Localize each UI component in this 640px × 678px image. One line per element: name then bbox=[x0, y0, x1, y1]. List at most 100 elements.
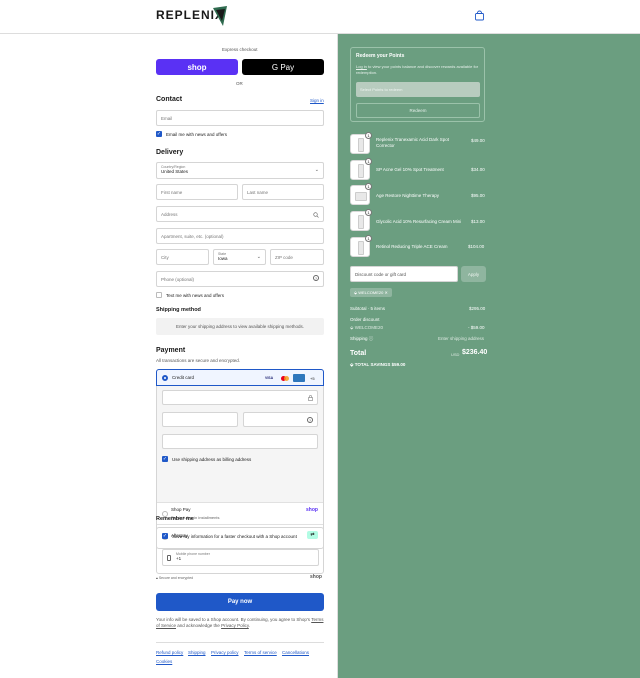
mobile-phone-input[interactable]: Mobile phone number +1 bbox=[162, 549, 319, 566]
chevron-down-icon: ⌄ bbox=[256, 254, 261, 260]
save-info-checkbox[interactable]: ✓ bbox=[162, 533, 168, 539]
google-pay-button[interactable]: G Pay bbox=[242, 59, 324, 75]
country-value: United States bbox=[161, 169, 189, 174]
shop-pay-button[interactable]: shop bbox=[156, 59, 238, 75]
item-price: $34.00 bbox=[471, 167, 485, 172]
header: REPLENIX bbox=[0, 0, 640, 34]
email-news-checkbox[interactable]: ✓ bbox=[156, 131, 162, 137]
redeem-button[interactable]: Redeem bbox=[356, 103, 480, 118]
mobile-value: +1 bbox=[176, 556, 182, 561]
chevron-down-icon: ⌄ bbox=[314, 167, 319, 173]
apply-button[interactable]: Apply bbox=[461, 266, 486, 282]
radio-selected-icon bbox=[162, 375, 168, 381]
item-price: $95.00 bbox=[471, 193, 485, 198]
refund-policy-link[interactable]: Refund policy bbox=[156, 650, 183, 655]
address-placeholder: Address bbox=[161, 211, 178, 217]
email-input[interactable]: Email bbox=[156, 110, 324, 126]
remove-tag-icon[interactable]: ✕ bbox=[384, 290, 387, 295]
shipping-link[interactable]: Shipping bbox=[188, 650, 206, 655]
name-on-card-input[interactable] bbox=[162, 434, 318, 449]
terms-of-service-link[interactable]: Terms of service bbox=[244, 650, 277, 655]
expiry-input[interactable] bbox=[162, 412, 238, 427]
remember-me-box: ✓ Save my information for a faster check… bbox=[156, 527, 324, 574]
shipping-method-message: Enter your shipping address to view avai… bbox=[156, 318, 324, 335]
item-name: Replenix Tranexamic Acid Dark Spot Corre… bbox=[376, 137, 450, 148]
mobile-icon bbox=[167, 555, 171, 561]
shop-logo: shop bbox=[310, 574, 322, 580]
subtotal-value: $295.00 bbox=[469, 306, 486, 311]
shipping-value: Enter shipping address bbox=[438, 336, 485, 341]
item-thumbnail: 1 bbox=[350, 132, 372, 154]
help-icon[interactable]: ⓘ bbox=[369, 336, 374, 341]
privacy-policy-link[interactable]: Privacy policy bbox=[211, 650, 239, 655]
or-divider: OR bbox=[236, 81, 243, 86]
credit-card-label: Credit card bbox=[172, 375, 195, 380]
login-link[interactable]: Log in bbox=[356, 64, 367, 69]
search-icon bbox=[313, 212, 319, 218]
state-select[interactable]: State Iowa ⌄ bbox=[213, 249, 266, 265]
help-icon[interactable]: ? bbox=[313, 275, 319, 281]
phone-input[interactable]: Phone (optional) ? bbox=[156, 271, 324, 287]
apartment-input[interactable]: Apartment, suite, etc. (optional) bbox=[156, 228, 324, 244]
checkout-form: Express checkout shop G Pay OR Contact S… bbox=[0, 34, 336, 678]
item-thumbnail: 1 bbox=[350, 209, 372, 231]
security-code-input[interactable]: ? bbox=[243, 412, 318, 427]
visa-icon: VISA bbox=[265, 376, 274, 380]
discount-code: ⬙ WELCOME20 bbox=[350, 325, 383, 331]
total-label: Total bbox=[350, 350, 367, 357]
secure-label: 🔒︎ Secure and encrypted bbox=[156, 576, 193, 580]
item-name: Age Restore Nighttime Therapy bbox=[376, 193, 439, 198]
cancellations-link[interactable]: Cancellations bbox=[282, 650, 309, 655]
billing-same-checkbox[interactable]: ✓ bbox=[162, 456, 168, 462]
item-thumbnail: 1 bbox=[350, 183, 372, 205]
logo-mark-icon bbox=[213, 6, 227, 26]
legal-and: and acknowledge the bbox=[177, 623, 220, 628]
save-info-label: Save my information for a faster checkou… bbox=[172, 534, 297, 539]
qty-badge: 1 bbox=[365, 158, 372, 165]
pay-now-button[interactable]: Pay now bbox=[156, 593, 324, 611]
discount-tag: ⬙ WELCOME20 ✕ bbox=[350, 288, 392, 297]
remember-me-title: Remember me bbox=[156, 516, 194, 522]
points-title: Redeem your Points bbox=[356, 53, 405, 59]
payment-options: Credit card VISA +5 ? ✓ Use shipping add… bbox=[156, 369, 324, 549]
secure-text: Secure and encrypted bbox=[158, 576, 194, 580]
item-name: SP Acne Gel 10% Spot Treatment bbox=[376, 167, 444, 172]
cookies-link[interactable]: Cookies bbox=[156, 659, 172, 664]
contact-title: Contact bbox=[156, 96, 183, 103]
email-news-label: Email me with news and offers bbox=[166, 132, 227, 137]
qty-badge: 1 bbox=[365, 209, 372, 216]
privacy-link[interactable]: Privacy Policy bbox=[221, 623, 249, 628]
mastercard-icon bbox=[281, 376, 289, 381]
points-description: Log in to view your points balance and d… bbox=[356, 64, 480, 76]
item-thumbnail: 1 bbox=[350, 158, 372, 180]
credit-card-option[interactable]: Credit card VISA +5 bbox=[156, 369, 324, 386]
qty-badge: 1 bbox=[365, 235, 372, 242]
subtotal-label: Subtotal · 5 items bbox=[350, 306, 386, 311]
text-news-checkbox[interactable] bbox=[156, 292, 162, 298]
discount-input[interactable]: Discount code or gift card bbox=[350, 266, 458, 282]
express-checkout-label: Express checkout bbox=[222, 47, 258, 52]
savings-label: TOTAL SAVINGS bbox=[354, 362, 391, 367]
shop-pay-label: Shop Pay bbox=[171, 507, 191, 512]
city-input[interactable]: City bbox=[156, 249, 209, 265]
item-name: Glycolic Acid 10% Resurfacing Cream Mini bbox=[376, 219, 462, 224]
first-name-input[interactable]: First name bbox=[156, 184, 238, 200]
footer-divider bbox=[156, 642, 324, 643]
shipping-label: Shipping ⓘ bbox=[350, 336, 373, 342]
help-icon[interactable]: ? bbox=[307, 417, 313, 423]
card-number-input[interactable] bbox=[162, 390, 318, 405]
lock-icon bbox=[308, 395, 313, 401]
discount-code-text: WELCOME20 bbox=[354, 325, 383, 330]
discount-tag-code: WELCOME20 bbox=[358, 290, 384, 295]
sign-in-link[interactable]: Sign in bbox=[310, 98, 324, 103]
shipping-label-text: Shipping bbox=[350, 336, 368, 341]
legal-text-1: Your info will be saved to a Shop accoun… bbox=[156, 617, 311, 622]
item-price: $49.00 bbox=[471, 138, 485, 143]
address-input[interactable]: Address bbox=[156, 206, 324, 222]
shopping-bag-icon[interactable] bbox=[474, 10, 485, 21]
country-select[interactable]: Country/Region United States ⌄ bbox=[156, 162, 324, 179]
points-select[interactable]: Select Points to redeem bbox=[356, 82, 480, 97]
zip-input[interactable]: ZIP code bbox=[270, 249, 324, 265]
last-name-input[interactable]: Last name bbox=[242, 184, 324, 200]
qty-badge: 1 bbox=[365, 183, 372, 190]
